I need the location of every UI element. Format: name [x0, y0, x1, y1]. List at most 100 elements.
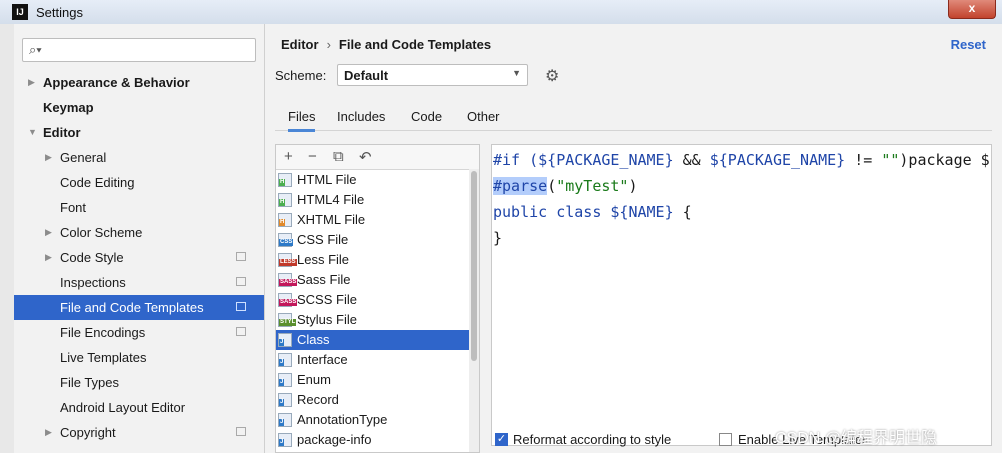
file-icon: J — [278, 373, 292, 387]
sidebar-item[interactable]: File and Code Templates — [14, 295, 264, 320]
file-type-badge: H — [279, 219, 286, 226]
file-type-badge: J — [279, 379, 285, 386]
list-item[interactable]: SASS Sass File — [276, 270, 479, 290]
file-type-badge: J — [279, 339, 285, 346]
code-line: } — [493, 229, 503, 247]
remove-icon[interactable]: − — [308, 148, 317, 165]
live-templates-checkbox[interactable] — [719, 433, 732, 446]
sidebar-item-label: Code Editing — [60, 175, 135, 190]
list-item[interactable]: J Record — [276, 390, 479, 410]
file-icon: J — [278, 393, 292, 407]
project-scope-icon — [236, 302, 246, 311]
project-scope-icon — [236, 277, 246, 286]
sidebar-item[interactable]: Inspections — [14, 270, 264, 295]
sidebar-item[interactable]: ▶ Copyright — [14, 420, 264, 445]
file-type-badge: SASS — [279, 279, 298, 286]
sidebar-item[interactable]: ▶ Color Scheme — [14, 220, 264, 245]
template-name: CSS File — [297, 232, 349, 247]
template-name: AnnotationType — [297, 412, 388, 427]
sidebar-item[interactable]: File Types — [14, 370, 264, 395]
sidebar-item-label: File Types — [60, 375, 120, 390]
sidebar-item[interactable]: Live Templates — [14, 345, 264, 370]
list-item[interactable]: J Class — [276, 330, 479, 350]
sidebar-item-label: Editor — [43, 125, 81, 140]
breadcrumb-separator: › — [326, 37, 331, 52]
window-edge — [0, 24, 15, 453]
list-scrollbar[interactable] — [469, 169, 479, 452]
sidebar-item-label: General — [60, 150, 107, 165]
list-item[interactable]: Jpackage-info — [276, 430, 479, 450]
chevron-right-icon[interactable]: ▶ — [28, 70, 35, 95]
chevron-down-icon[interactable]: ▼ — [28, 120, 37, 145]
sidebar-item[interactable]: Code Editing — [14, 170, 264, 195]
reset-link[interactable]: Reset — [951, 37, 986, 52]
list-item[interactable]: H HTML File — [276, 170, 479, 190]
file-icon: STYL — [278, 313, 297, 327]
scrollbar-thumb[interactable] — [471, 171, 477, 361]
list-item[interactable]: H XHTML File — [276, 210, 479, 230]
tab-includes[interactable]: Includes — [337, 109, 385, 129]
gear-icon[interactable]: ⚙ — [545, 66, 559, 86]
breadcrumb: Editor › File and Code Templates — [281, 37, 491, 52]
template-list: H HTML File H HTML4 File H XHTML File CSS CSS F… — [276, 170, 479, 450]
sidebar-item-label: Font — [60, 200, 87, 215]
sidebar-item[interactable]: Font — [14, 195, 264, 220]
template-name: Class — [297, 332, 330, 347]
sidebar-item[interactable]: File Encodings — [14, 320, 264, 345]
template-name: Sass File — [297, 272, 351, 287]
revert-icon[interactable]: ↶ — [359, 148, 372, 166]
template-editor[interactable]: #if (${PACKAGE_NAME} && ${PACKAGE_NAME} … — [491, 144, 992, 446]
close-button[interactable]: x — [948, 0, 996, 19]
list-item[interactable]: LESS Less File — [276, 250, 479, 270]
settings-content: Editor › File and Code Templates Reset Sch… — [265, 24, 1002, 453]
settings-tree: ▶ Appearance & Behavior Keymap ▼ Editor ▶ Gene… — [14, 70, 264, 445]
reformat-checkbox[interactable]: ✓ — [495, 433, 508, 446]
copy-icon[interactable]: ⧉ — [333, 148, 344, 165]
list-item[interactable]: STYL Stylus File — [276, 310, 479, 330]
tab-other[interactable]: Other — [467, 109, 500, 129]
project-scope-icon — [236, 252, 246, 261]
scheme-select[interactable]: Default ▼ — [337, 64, 528, 86]
sidebar-item[interactable]: ▶ Appearance & Behavior — [14, 70, 264, 95]
scheme-value: Default — [344, 68, 389, 83]
sidebar-item-label: Inspections — [60, 275, 126, 290]
sidebar-item[interactable]: ▼ Editor — [14, 120, 264, 145]
sidebar-item-label: File Encodings — [60, 325, 146, 340]
sidebar-item[interactable]: ▶ Code Style — [14, 245, 264, 270]
file-type-badge: SASS — [279, 299, 298, 306]
list-item[interactable]: J AnnotationType — [276, 410, 479, 430]
scheme-label: Scheme: — [275, 68, 327, 83]
file-type-badge: LESS — [279, 259, 297, 266]
tab-files[interactable]: Files — [288, 109, 316, 132]
chevron-down-icon: ▼ — [512, 68, 521, 78]
sidebar-item-label: Color Scheme — [60, 225, 143, 240]
chevron-right-icon[interactable]: ▶ — [45, 245, 52, 270]
search-input[interactable]: ⌕▾ — [22, 38, 256, 62]
title-bar: IJ Settings x — [0, 0, 1002, 25]
chevron-right-icon[interactable]: ▶ — [45, 420, 52, 445]
list-item[interactable]: SASS SCSS File — [276, 290, 479, 310]
window-title: Settings — [36, 5, 83, 20]
settings-sidebar: ⌕▾ ▶ Appearance & Behavior Keymap ▼ Editor ▶ G… — [14, 24, 265, 453]
list-item[interactable]: CSS CSS File — [276, 230, 479, 250]
app-icon: IJ — [12, 4, 28, 20]
file-type-badge: CSS — [279, 239, 294, 246]
template-name: Enum — [297, 372, 331, 387]
file-icon: LESS — [278, 253, 297, 267]
tab-code[interactable]: Code — [411, 109, 442, 129]
file-type-badge: J — [279, 399, 285, 406]
list-item[interactable]: J Interface — [276, 350, 479, 370]
file-type-badge: J — [279, 439, 285, 446]
reformat-label[interactable]: Reformat according to style — [513, 432, 671, 447]
breadcrumb-parent[interactable]: Editor — [281, 37, 319, 52]
project-scope-icon — [236, 427, 246, 436]
file-type-badge: J — [279, 359, 285, 366]
add-icon[interactable]: + — [284, 148, 293, 165]
sidebar-item[interactable]: ▶ General — [14, 145, 264, 170]
list-item[interactable]: H HTML4 File — [276, 190, 479, 210]
list-item[interactable]: J Enum — [276, 370, 479, 390]
sidebar-item[interactable]: Keymap — [14, 95, 264, 120]
chevron-right-icon[interactable]: ▶ — [45, 145, 52, 170]
chevron-right-icon[interactable]: ▶ — [45, 220, 52, 245]
sidebar-item[interactable]: Android Layout Editor — [14, 395, 264, 420]
